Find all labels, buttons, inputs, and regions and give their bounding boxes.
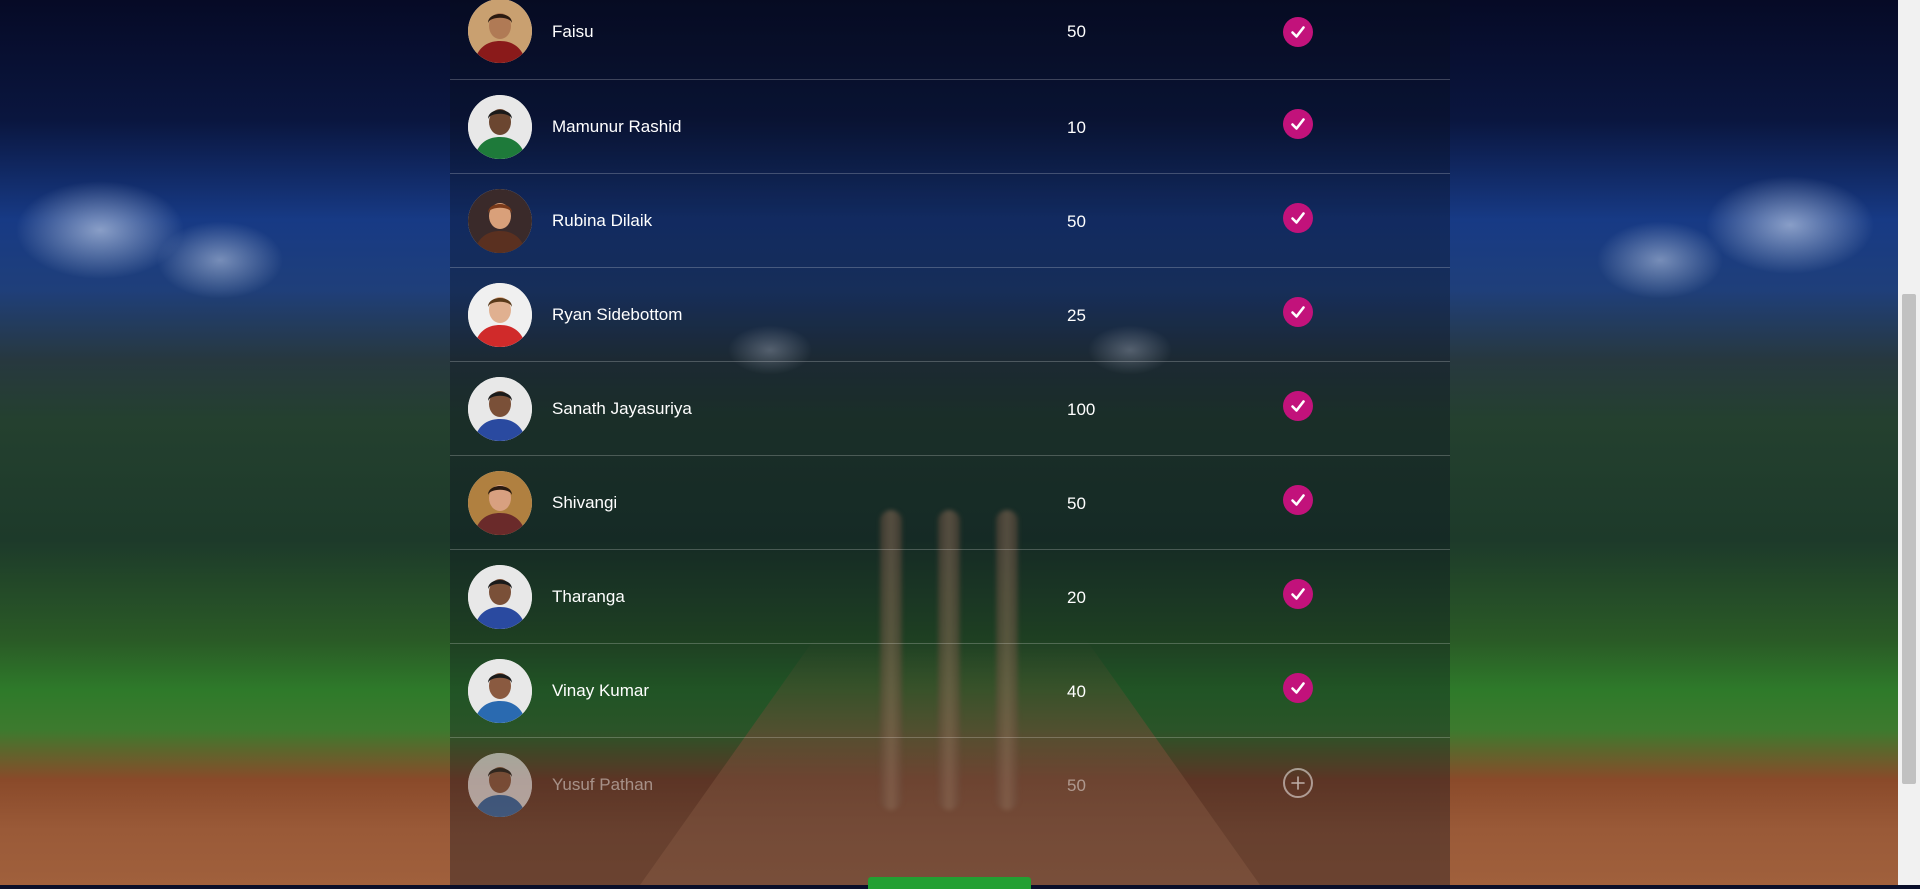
player-row[interactable]: Yusuf Pathan 50 [450, 738, 1450, 831]
player-avatar [468, 470, 532, 535]
player-avatar [468, 188, 532, 253]
check-icon [1290, 492, 1306, 508]
player-avatar [468, 0, 532, 63]
player-avatar [468, 564, 532, 629]
player-name: Shivangi [552, 492, 618, 512]
player-points: 50 [1067, 493, 1086, 513]
player-row[interactable]: Tharanga 20 [450, 550, 1450, 644]
player-row[interactable]: Vinay Kumar 40 [450, 644, 1450, 738]
player-row[interactable]: Sanath Jayasuriya 100 [450, 362, 1450, 456]
check-icon [1290, 116, 1306, 132]
player-name: Faisu [552, 22, 594, 41]
player-points: 50 [1067, 211, 1086, 231]
deselect-player-button[interactable] [1283, 484, 1313, 515]
player-points: 40 [1067, 681, 1086, 701]
player-name: Yusuf Pathan [552, 774, 654, 794]
player-name: Ryan Sidebottom [552, 304, 683, 324]
player-points: 20 [1067, 587, 1086, 607]
player-name: Sanath Jayasuriya [552, 398, 692, 418]
continue-button[interactable] [868, 877, 1031, 889]
player-avatar [468, 282, 532, 347]
player-row[interactable]: Faisu 50 [450, 0, 1450, 80]
player-row[interactable]: Rubina Dilaik 50 [450, 174, 1450, 268]
scrollbar[interactable] [1898, 0, 1920, 885]
player-name: Mamunur Rashid [552, 116, 682, 136]
player-name: Vinay Kumar [552, 680, 650, 700]
player-points: 25 [1067, 305, 1086, 325]
player-avatar [468, 658, 532, 723]
check-icon [1290, 210, 1306, 226]
check-icon [1290, 586, 1306, 602]
check-icon [1290, 304, 1306, 320]
player-name: Rubina Dilaik [552, 210, 653, 230]
player-avatar [468, 376, 532, 441]
player-points: 100 [1067, 399, 1096, 419]
scrollbar-thumb[interactable] [1902, 294, 1916, 784]
player-list: Faisu 50 Mamunur Rashid 10 Rubina Dilaik 50 Ry… [450, 0, 1450, 885]
deselect-player-button[interactable] [1283, 17, 1313, 47]
player-points: 50 [1067, 775, 1086, 795]
check-icon [1290, 680, 1306, 696]
check-icon [1290, 398, 1306, 414]
player-avatar [468, 94, 532, 159]
add-player-button[interactable] [1283, 767, 1313, 798]
player-row[interactable]: Ryan Sidebottom 25 [450, 268, 1450, 362]
deselect-player-button[interactable] [1283, 202, 1313, 233]
plus-circle-icon [1290, 775, 1306, 791]
player-avatar [468, 752, 532, 817]
player-row[interactable]: Shivangi 50 [450, 456, 1450, 550]
player-name: Tharanga [552, 586, 625, 606]
player-row[interactable]: Mamunur Rashid 10 [450, 80, 1450, 174]
deselect-player-button[interactable] [1283, 672, 1313, 703]
player-points: 10 [1067, 117, 1086, 137]
deselect-player-button[interactable] [1283, 578, 1313, 609]
deselect-player-button[interactable] [1283, 296, 1313, 327]
player-points: 50 [1067, 22, 1086, 41]
deselect-player-button[interactable] [1283, 108, 1313, 139]
deselect-player-button[interactable] [1283, 390, 1313, 421]
check-icon [1290, 24, 1306, 40]
